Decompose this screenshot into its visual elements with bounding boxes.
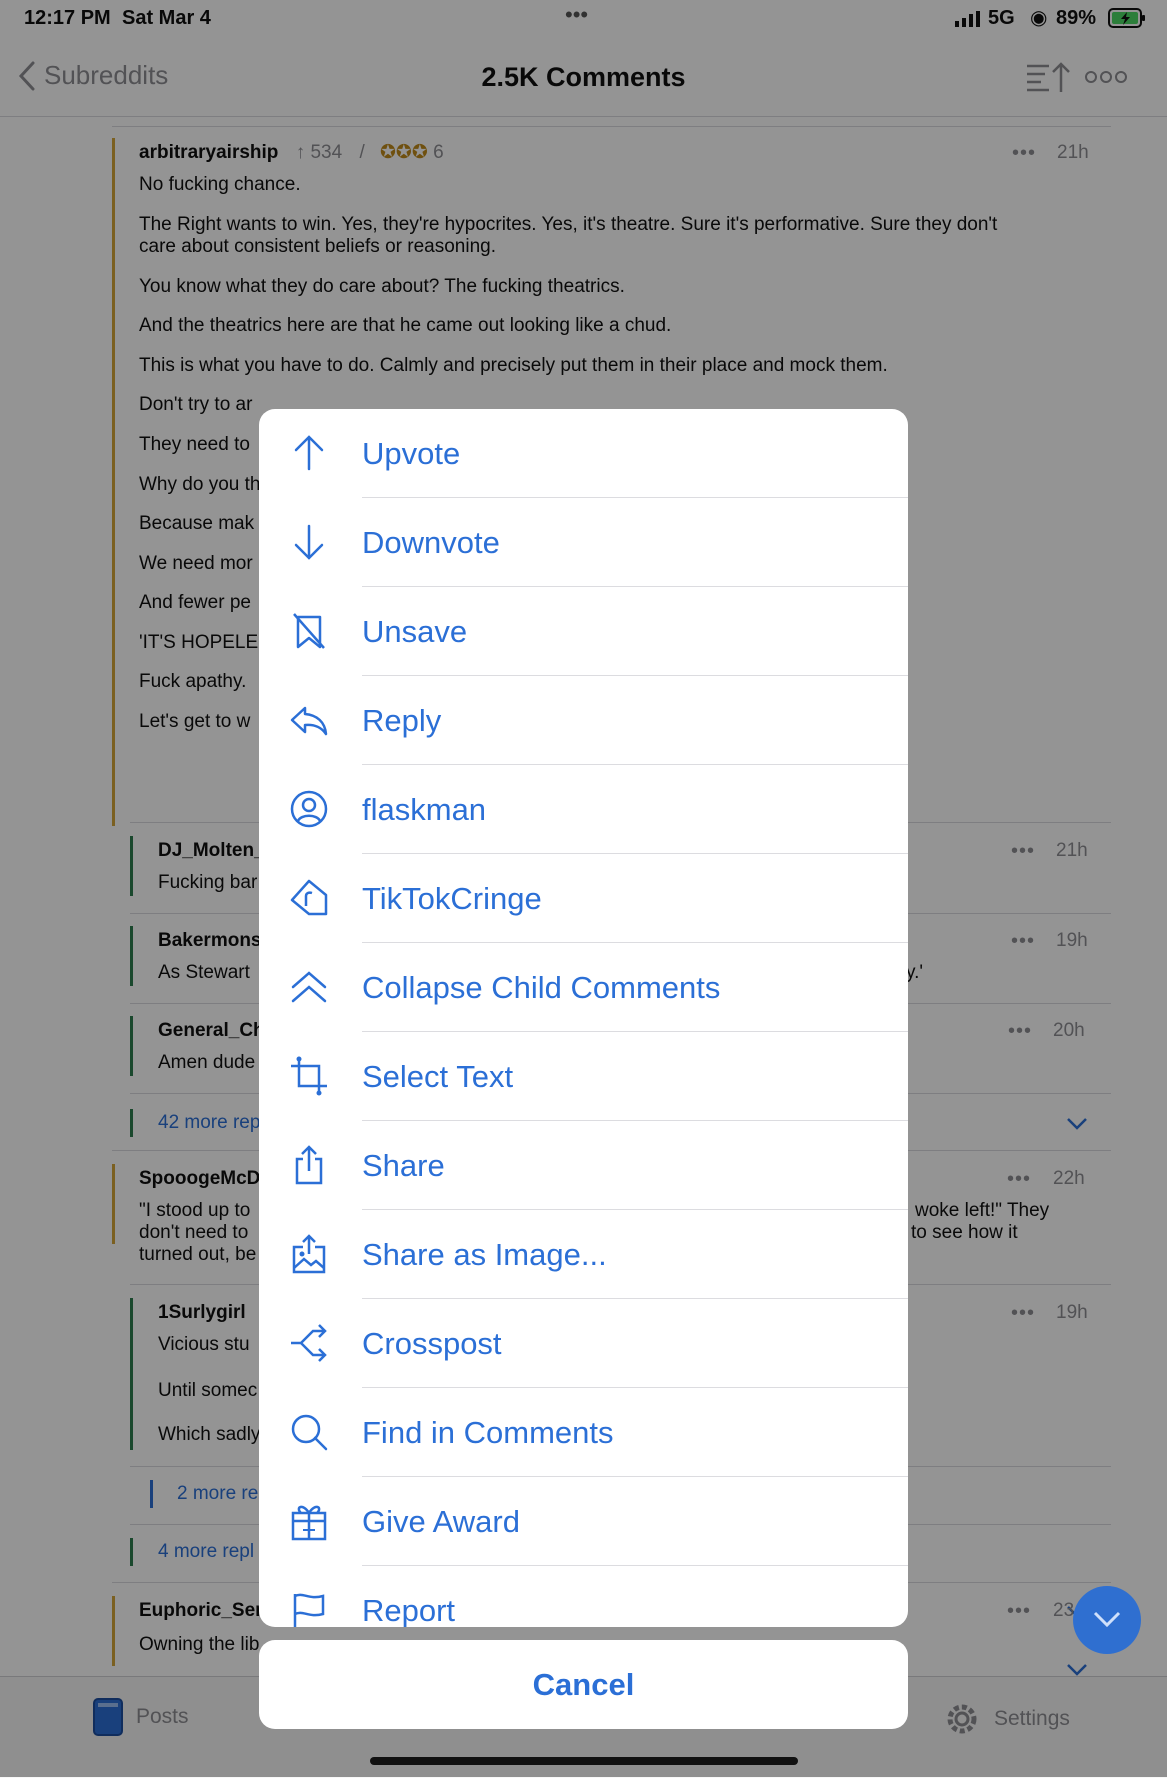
action-label: Share as Image... <box>362 1237 607 1272</box>
action-label: Find in Comments <box>362 1415 614 1450</box>
action-share[interactable]: Share <box>259 1121 908 1210</box>
reply-icon <box>290 706 328 736</box>
action-find-in-comments[interactable]: Find in Comments <box>259 1388 908 1477</box>
action-downvote[interactable]: Downvote <box>259 498 908 587</box>
action-upvote[interactable]: Upvote <box>259 409 908 498</box>
crosspost-icon <box>291 1324 327 1362</box>
action-label: Collapse Child Comments <box>362 970 721 1005</box>
action-sheet: Upvote Downvote Unsave Reply flaskman Ti… <box>259 409 908 1627</box>
subreddit-tag-icon <box>290 879 328 916</box>
action-user-profile[interactable]: flaskman <box>259 765 908 854</box>
action-label: flaskman <box>362 792 487 827</box>
action-label: Downvote <box>362 525 500 560</box>
crop-icon <box>291 1056 327 1096</box>
action-report[interactable]: Report <box>259 1566 908 1627</box>
action-select-text[interactable]: Select Text <box>259 1032 908 1121</box>
action-share-as-image[interactable]: Share as Image... <box>259 1210 908 1299</box>
action-label: Give Award <box>362 1504 520 1539</box>
share-image-icon <box>292 1234 326 1274</box>
chevron-down-icon <box>1093 1611 1121 1628</box>
action-label: Upvote <box>362 436 461 471</box>
share-icon <box>295 1145 323 1185</box>
action-label: Reply <box>362 703 442 738</box>
action-reply[interactable]: Reply <box>259 676 908 765</box>
action-label: Select Text <box>362 1059 514 1094</box>
double-chevron-up-icon <box>291 971 327 1003</box>
action-label: Unsave <box>362 614 468 649</box>
bookmark-slash-icon <box>293 613 325 649</box>
action-give-award[interactable]: Give Award <box>259 1477 908 1566</box>
action-label: Crosspost <box>362 1326 502 1361</box>
flag-icon <box>293 1593 325 1627</box>
user-circle-icon <box>290 790 328 828</box>
scroll-next-button[interactable] <box>1073 1586 1141 1654</box>
action-crosspost[interactable]: Crosspost <box>259 1299 908 1388</box>
action-unsave[interactable]: Unsave <box>259 587 908 676</box>
action-label: Report <box>362 1593 456 1627</box>
action-label: Share <box>362 1148 445 1183</box>
arrow-up-icon <box>294 435 324 471</box>
cancel-label: Cancel <box>532 1667 635 1702</box>
home-indicator[interactable] <box>370 1757 798 1765</box>
action-label: TikTokCringe <box>362 881 542 916</box>
action-subreddit[interactable]: TikTokCringe <box>259 854 908 943</box>
action-collapse-children[interactable]: Collapse Child Comments <box>259 943 908 1032</box>
arrow-down-icon <box>294 524 324 560</box>
search-icon <box>291 1414 328 1451</box>
gift-icon <box>291 1505 327 1541</box>
cancel-button[interactable]: Cancel <box>259 1640 908 1729</box>
